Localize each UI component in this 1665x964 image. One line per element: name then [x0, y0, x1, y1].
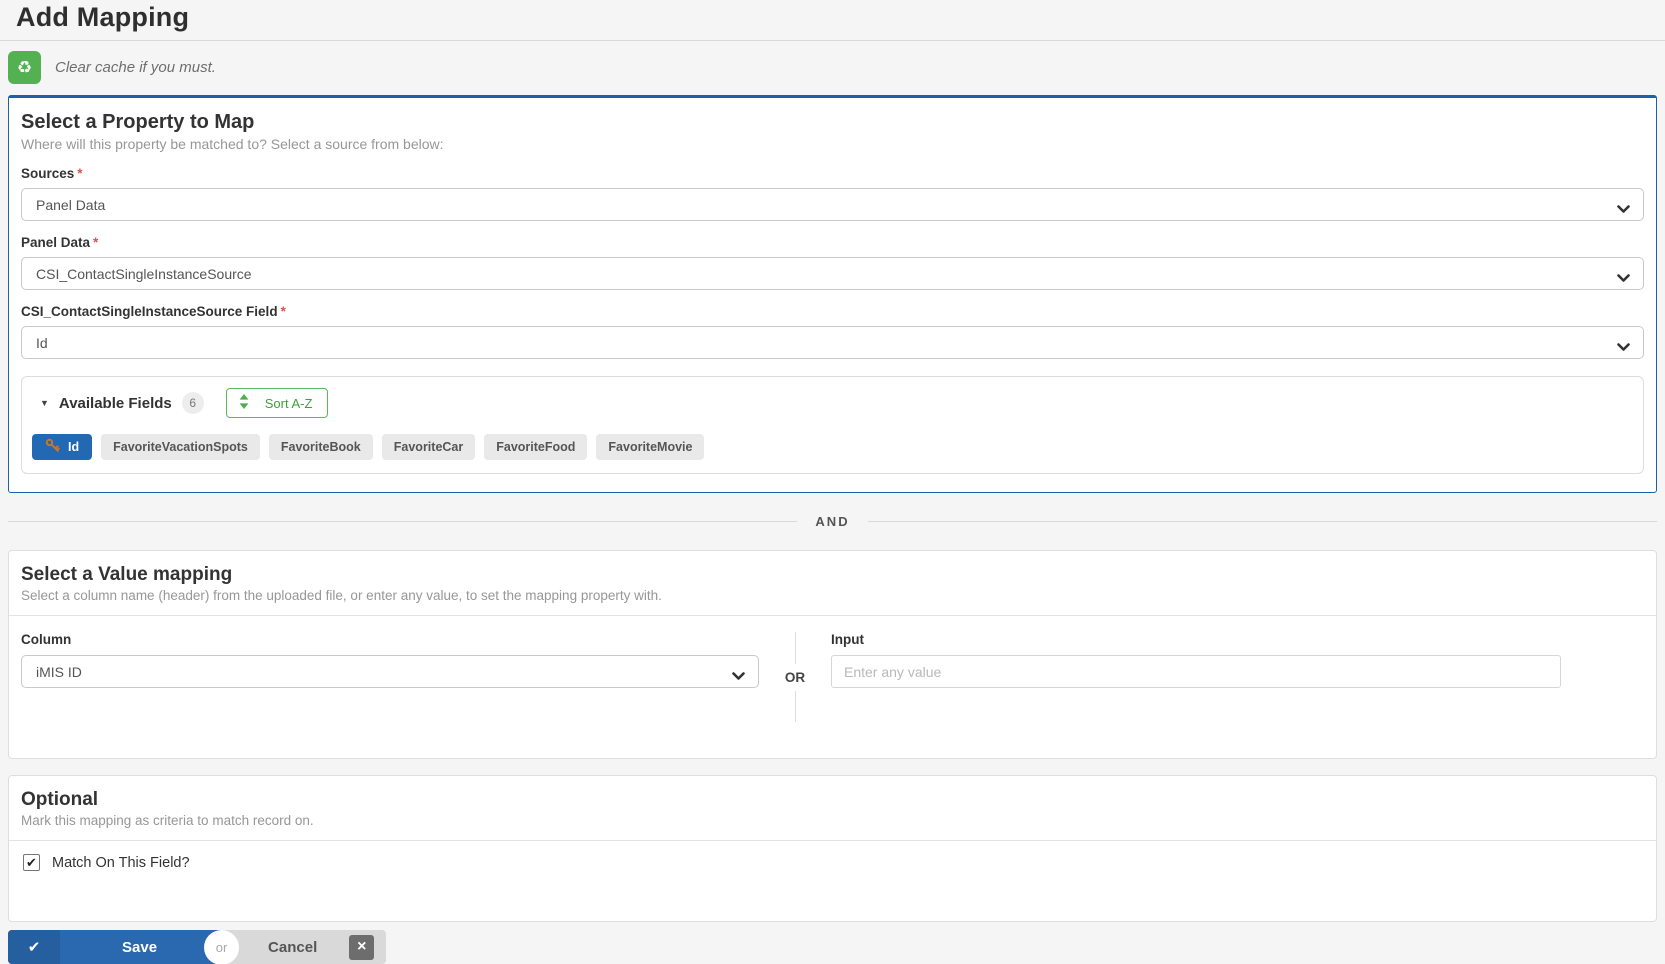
input-label: Input — [831, 632, 864, 647]
close-icon[interactable]: × — [349, 934, 375, 960]
field-chip-label: FavoriteCar — [393, 440, 464, 454]
value-section-panel: Select a Value mapping Select a column n… — [8, 550, 1657, 759]
field-chip[interactable]: FavoriteBook — [268, 434, 373, 460]
field-chip[interactable]: FavoriteVacationSpots — [101, 434, 260, 460]
column-select[interactable]: iMIS ID — [21, 655, 759, 688]
clear-cache-button[interactable]: ♻ — [8, 51, 41, 84]
divider-line — [794, 632, 796, 664]
save-button-label: Save — [122, 938, 158, 956]
optional-section-panel: Optional Mark this mapping as criteria t… — [8, 775, 1657, 922]
sort-az-label: Sort A-Z — [264, 395, 313, 411]
match-on-field-row: ✔ Match On This Field? — [9, 841, 1656, 921]
clear-cache-row: ♻ Clear cache if you must. — [8, 51, 1657, 84]
field-chip[interactable]: FavoriteMovie — [596, 434, 705, 460]
value-input[interactable] — [831, 655, 1561, 688]
optional-section-header: Optional Mark this mapping as criteria t… — [9, 776, 1656, 840]
chevron-down-icon — [732, 668, 745, 684]
optional-section-subtitle: Mark this mapping as criteria to match r… — [21, 813, 314, 828]
panel-data-select[interactable]: CSI_ContactSingleInstanceSource — [21, 257, 1644, 290]
chevron-down-icon — [1617, 270, 1630, 286]
sources-select[interactable]: Panel Data — [21, 188, 1644, 221]
form-actions: ✔ Save or Cancel × — [8, 930, 1657, 964]
optional-section-title: Optional — [21, 789, 99, 810]
field-chip-label: FavoriteMovie — [608, 440, 693, 454]
checkmark-icon: ✔ — [26, 854, 37, 870]
field-chips: Id FavoriteVacationSpots FavoriteBook Fa… — [32, 434, 1633, 460]
sort-icon — [239, 394, 249, 412]
panel-data-select-value: CSI_ContactSingleInstanceSource — [36, 265, 252, 282]
field-chip-label: FavoriteFood — [496, 440, 576, 454]
save-button[interactable]: ✔ Save — [8, 930, 222, 964]
and-divider: AND — [8, 514, 1658, 529]
input-field-group: Input — [831, 630, 1561, 722]
value-section-title: Select a Value mapping — [21, 564, 233, 585]
available-fields-count-badge: 6 — [181, 392, 204, 414]
match-on-field-label: Match On This Field? — [52, 854, 190, 871]
property-section-subtitle: Where will this property be matched to? … — [21, 136, 444, 152]
save-check-icon: ✔ — [8, 930, 60, 964]
available-fields-box: ▼ Available Fields 6 Sort A-Z Id Favorit… — [21, 376, 1644, 474]
page-header: Add Mapping — [0, 0, 1665, 41]
required-asterisk: * — [93, 235, 99, 250]
cancel-button-label: Cancel — [268, 938, 318, 956]
property-section-title: Select a Property to Map — [21, 111, 255, 133]
field-chip-label: FavoriteVacationSpots — [113, 440, 248, 454]
chevron-down-icon — [1617, 339, 1630, 355]
sources-select-value: Panel Data — [36, 196, 106, 213]
value-section-body: Column iMIS ID OR Input — [9, 616, 1656, 758]
source-field-label: CSI_ContactSingleInstanceSource Field * — [21, 304, 286, 319]
field-chip-label: FavoriteBook — [280, 440, 361, 454]
recycle-icon: ♻ — [16, 57, 33, 77]
source-field-select-value: Id — [36, 334, 48, 351]
or-pill: or — [206, 931, 238, 963]
value-section-header: Select a Value mapping Select a column n… — [9, 551, 1656, 615]
or-divider: OR — [759, 630, 831, 722]
or-divider-label: OR — [784, 669, 806, 685]
panel-data-label: Panel Data * — [21, 235, 99, 250]
column-field-group: Column iMIS ID — [21, 630, 759, 722]
available-fields-header: ▼ Available Fields 6 Sort A-Z — [32, 388, 1633, 418]
page-title: Add Mapping — [16, 2, 190, 32]
chevron-down-icon — [1617, 201, 1630, 217]
divider-line — [8, 521, 798, 522]
column-label: Column — [21, 632, 72, 647]
value-section-subtitle: Select a column name (header) from the u… — [21, 588, 662, 603]
sort-az-button[interactable]: Sort A-Z — [225, 388, 329, 418]
field-chip-label: Id — [68, 440, 80, 454]
required-asterisk: * — [77, 166, 83, 181]
column-select-value: iMIS ID — [36, 663, 82, 680]
source-field-select[interactable]: Id — [21, 326, 1644, 359]
match-on-field-checkbox[interactable]: ✔ — [23, 854, 40, 871]
field-chip-id[interactable]: Id — [32, 434, 93, 460]
cancel-button[interactable]: Cancel × — [222, 930, 387, 964]
collapse-caret-icon[interactable]: ▼ — [40, 398, 49, 408]
divider-line — [794, 690, 796, 722]
required-asterisk: * — [280, 304, 286, 319]
clear-cache-hint: Clear cache if you must. — [55, 59, 216, 76]
and-divider-label: AND — [815, 514, 850, 529]
property-section-panel: Select a Property to Map Where will this… — [8, 95, 1657, 493]
sources-label: Sources * — [21, 166, 83, 181]
divider-line — [867, 521, 1658, 522]
field-chip[interactable]: FavoriteFood — [484, 434, 588, 460]
field-chip[interactable]: FavoriteCar — [381, 434, 476, 460]
key-icon — [45, 438, 60, 456]
available-fields-title: Available Fields — [58, 394, 172, 412]
